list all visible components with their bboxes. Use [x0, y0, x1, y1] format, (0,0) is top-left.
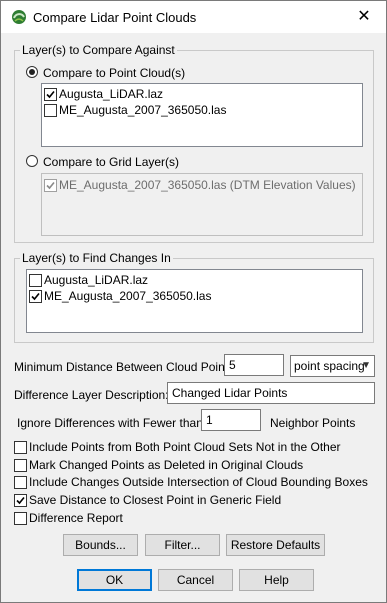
distance-unit-value: point spacing [294, 359, 365, 373]
min-distance-label: Minimum Distance Between Cloud Points: [14, 360, 238, 374]
help-button[interactable]: Help [239, 569, 314, 591]
list-item-label: ME_Augusta_2007_365050.las [59, 103, 227, 117]
restore-defaults-button[interactable]: Restore Defaults [226, 534, 325, 556]
chevron-down-icon: ▼ [361, 360, 371, 371]
radio-selected-icon [26, 66, 38, 78]
checkbox-unchecked-icon[interactable] [14, 476, 27, 489]
option-label: Save Distance to Closest Point in Generi… [29, 493, 282, 507]
dialog-window: Compare Lidar Point Clouds ✕ Layer(s) to… [0, 0, 387, 603]
diff-desc-input[interactable]: Changed Lidar Points [167, 382, 375, 404]
filter-button[interactable]: Filter... [145, 534, 220, 556]
min-distance-input[interactable]: 5 [224, 354, 284, 376]
compare-point-cloud-label: Compare to Point Cloud(s) [43, 66, 186, 80]
checkbox-unchecked-icon[interactable] [29, 274, 42, 287]
option-label: Include Changes Outside Intersection of … [29, 475, 368, 489]
grid-layer-list: ME_Augusta_2007_365050.las (DTM Elevatio… [41, 173, 363, 236]
option-label: Include Points from Both Point Cloud Set… [29, 440, 341, 454]
ignore-label: Ignore Differences with Fewer than [17, 416, 203, 430]
checkbox-checked-icon[interactable] [14, 494, 27, 507]
point-cloud-list[interactable]: Augusta_LiDAR.laz ME_Augusta_2007_365050… [41, 83, 363, 147]
list-item-label: Augusta_LiDAR.laz [44, 273, 149, 287]
checkbox-checked-icon[interactable] [44, 88, 57, 101]
compare-grid-label: Compare to Grid Layer(s) [43, 155, 180, 169]
title-bar: Compare Lidar Point Clouds ✕ [1, 1, 386, 33]
checkbox-checked-icon[interactable] [29, 290, 42, 303]
checkbox-unchecked-icon[interactable] [14, 459, 27, 472]
list-item-label: Augusta_LiDAR.laz [59, 87, 164, 101]
compare-against-group-label: Layer(s) to Compare Against [20, 43, 177, 57]
option-label: Mark Changed Points as Deleted in Origin… [29, 458, 304, 472]
close-icon[interactable]: ✕ [342, 1, 386, 33]
list-item-label: ME_Augusta_2007_365050.las (DTM Elevatio… [59, 178, 356, 192]
ignore-suffix-label: Neighbor Points [270, 416, 356, 430]
window-title: Compare Lidar Point Clouds [33, 10, 197, 25]
cancel-button[interactable]: Cancel [158, 569, 233, 591]
bounds-button[interactable]: Bounds... [63, 534, 138, 556]
ok-button[interactable]: OK [77, 569, 152, 591]
find-changes-group-label: Layer(s) to Find Changes In [20, 251, 173, 265]
list-item-label: ME_Augusta_2007_365050.las [44, 289, 212, 303]
option-label: Difference Report [29, 511, 123, 525]
ignore-input[interactable]: 1 [201, 409, 261, 431]
checkbox-unchecked-icon[interactable] [44, 104, 57, 117]
radio-unselected-icon [26, 155, 38, 167]
checkbox-unchecked-icon[interactable] [14, 441, 27, 454]
globe-app-icon [12, 10, 26, 24]
checkbox-unchecked-icon[interactable] [14, 512, 27, 525]
diff-desc-label: Difference Layer Description: [14, 388, 169, 402]
checkbox-checked-disabled-icon [44, 179, 57, 192]
find-changes-list[interactable]: Augusta_LiDAR.laz ME_Augusta_2007_365050… [26, 269, 363, 333]
distance-unit-select[interactable]: point spacing ▼ [290, 355, 375, 377]
